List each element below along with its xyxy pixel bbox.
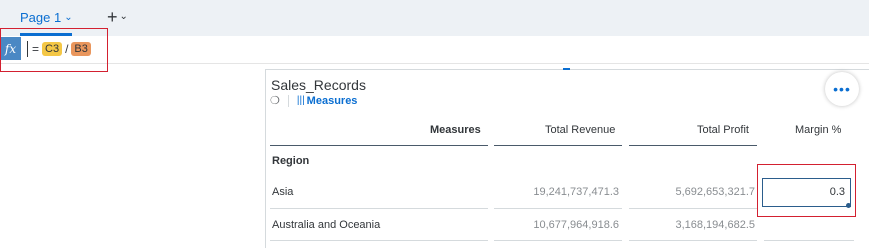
row-header-region: Region [272,155,310,167]
column-header-total-revenue[interactable]: Total Revenue [545,124,615,136]
chevron-down-icon: ⌄ [64,11,73,23]
widget-title: Sales_Records [271,77,366,93]
add-page-button[interactable]: + ⌄ [107,8,128,26]
row-divider [270,240,488,241]
column-header-margin[interactable]: Margin % [795,124,841,136]
plus-icon: + [107,7,118,27]
chevron-down-icon: ⌄ [119,11,128,22]
formula-operator: / [65,42,69,56]
cell-asia-margin[interactable]: 0.3 [830,186,845,198]
measures-filter-link[interactable]: ||| Measures [297,95,358,107]
cell-asia-profit[interactable]: 5,692,653,321.7 [675,186,755,198]
column-header-total-profit[interactable]: Total Profit [697,124,749,136]
formula-equals: = [32,42,40,56]
header-underline [270,145,488,146]
measures-link-label: Measures [306,94,358,107]
formula-token-c3[interactable]: C3 [42,42,63,56]
cell-asia-revenue[interactable]: 19,241,737,471.3 [533,186,619,198]
row-divider [270,208,488,209]
row-divider [629,240,757,241]
model-icon: ❍ [270,95,280,107]
row-label-australia-oceania[interactable]: Australia and Oceania [272,219,380,231]
row-divider [629,208,757,209]
text-cursor [27,41,28,57]
formula-input[interactable]: = C3 / B3 [27,39,91,59]
fx-icon[interactable]: fx [0,37,21,60]
widget-resize-handle[interactable] [563,68,570,70]
formula-bar [0,36,869,64]
column-header-measures[interactable]: Measures [430,124,481,136]
cell-australia-profit[interactable]: 3,168,194,682.5 [675,219,755,231]
row-divider [494,208,622,209]
divider [287,94,289,107]
page-tab-bar [0,0,869,36]
row-label-asia[interactable]: Asia [272,186,293,198]
tab-page-1[interactable]: Page 1 ⌄ [20,10,73,25]
header-underline [494,145,622,146]
row-divider [764,240,854,241]
row-divider [494,240,622,241]
measures-icon: ||| [296,95,305,106]
formula-token-b3[interactable]: B3 [71,42,91,56]
more-options-button[interactable]: ••• [825,72,859,106]
tab-page-1-label: Page 1 [20,10,62,25]
header-underline [629,145,757,146]
fill-handle[interactable] [846,203,851,208]
cell-australia-revenue[interactable]: 10,677,964,918.6 [533,219,619,231]
widget-subheader: ❍ ||| Measures [270,94,357,107]
